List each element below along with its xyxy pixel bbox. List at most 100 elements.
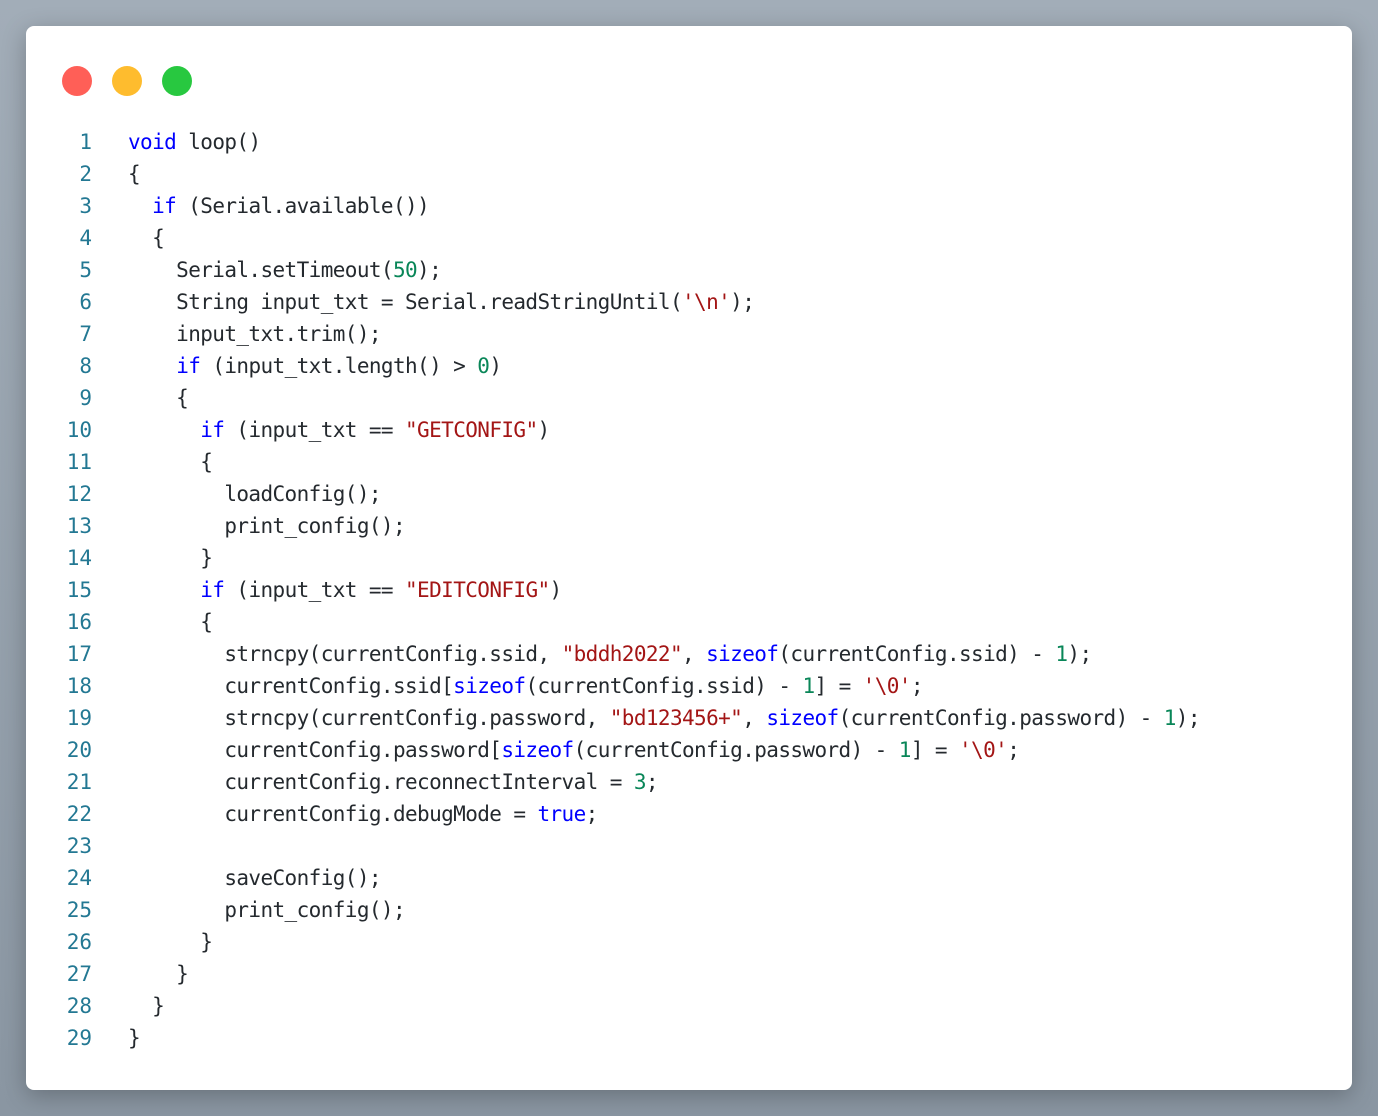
line-number: 2 (79, 162, 92, 186)
code-line: 4 { (26, 222, 1352, 254)
code-keyword: sizeof (501, 738, 574, 762)
line-number: 15 (66, 578, 92, 602)
line-number: 3 (79, 194, 92, 218)
code-line: 22 currentConfig.debugMode = true; (26, 798, 1352, 830)
code-text: Serial.setTimeout( (128, 258, 393, 282)
code-text-line: strncpy(currentConfig.password, "bd12345… (128, 702, 1200, 734)
code-text: ); (417, 258, 442, 282)
code-text: ; (585, 802, 599, 826)
code-text: ); (730, 290, 755, 314)
line-number: 14 (66, 546, 92, 570)
code-keyword: sizeof (766, 706, 839, 730)
code-text: } (128, 546, 213, 570)
code-text: { (128, 610, 213, 634)
code-text-line: { (128, 222, 165, 254)
code-text: currentConfig.reconnectInterval = (128, 770, 634, 794)
code-string: '\n' (681, 290, 731, 314)
line-number: 24 (66, 866, 92, 890)
code-text: { (128, 450, 213, 474)
code-string: "GETCONFIG" (405, 418, 538, 442)
code-line: 6 String input_txt = Serial.readStringUn… (26, 286, 1352, 318)
code-text-line: currentConfig.password[sizeof(currentCon… (128, 734, 1020, 766)
code-line: 9 { (26, 382, 1352, 414)
code-text: currentConfig.password[ (128, 738, 502, 762)
code-line: 1 void loop() (26, 126, 1352, 158)
code-text-line: input_txt.trim(); (128, 318, 381, 350)
code-line: 13 print_config(); (26, 510, 1352, 542)
code-text-line: } (128, 542, 213, 574)
code-text-line: currentConfig.ssid[sizeof(currentConfig.… (128, 670, 923, 702)
code-line: 27 } (26, 958, 1352, 990)
code-line: 14 } (26, 542, 1352, 574)
code-line: 19 strncpy(currentConfig.password, "bd12… (26, 702, 1352, 734)
code-line: 5 Serial.setTimeout(50); (26, 254, 1352, 286)
code-number: 0 (477, 354, 490, 378)
line-number: 1 (79, 130, 92, 154)
code-line: 16 { (26, 606, 1352, 638)
code-text: } (128, 994, 165, 1018)
line-number: 12 (66, 482, 92, 506)
code-keyword: void (128, 130, 177, 154)
code-text: (input_txt.length() > (200, 354, 478, 378)
close-icon[interactable] (62, 66, 92, 96)
line-number: 26 (66, 930, 92, 954)
code-line: 25 print_config(); (26, 894, 1352, 926)
code-line: 21 currentConfig.reconnectInterval = 3; (26, 766, 1352, 798)
code-text: print_config(); (128, 514, 405, 538)
maximize-icon[interactable] (162, 66, 192, 96)
code-text: strncpy(currentConfig.password, (128, 706, 610, 730)
line-number: 9 (79, 386, 92, 410)
code-number: 1 (898, 738, 912, 762)
code-text-line: loadConfig(); (128, 478, 381, 510)
line-number: 5 (79, 258, 92, 282)
minimize-icon[interactable] (112, 66, 142, 96)
code-text-line: Serial.setTimeout(50); (128, 254, 442, 286)
code-window: 1 void loop() 2{3 if (Serial.available()) 4… (26, 26, 1352, 1090)
line-number: 22 (66, 802, 92, 826)
code-text-line: if (Serial.available()) (128, 190, 430, 222)
code-string: "bddh2022" (561, 642, 683, 666)
code-block: 1 void loop() 2{3 if (Serial.available()) 4… (26, 126, 1352, 1054)
code-string: "bd123456+" (609, 706, 743, 730)
line-number: 19 (66, 706, 92, 730)
code-number: 1 (802, 674, 815, 698)
code-number: 1 (1163, 706, 1177, 730)
line-number: 7 (79, 322, 92, 346)
line-number: 18 (66, 674, 92, 698)
code-text: , (682, 642, 707, 666)
code-line: 11 { (26, 446, 1352, 478)
code-keyword: if (152, 194, 177, 218)
code-text-line: print_config(); (128, 510, 405, 542)
code-text: loadConfig(); (128, 482, 381, 506)
line-number: 6 (79, 290, 92, 314)
code-text-line: { (128, 158, 141, 190)
line-number: 25 (66, 898, 92, 922)
code-text: (currentConfig.password) - (838, 706, 1164, 730)
code-text: input_txt.trim(); (128, 322, 381, 346)
code-text-line: currentConfig.reconnectInterval = 3; (128, 766, 658, 798)
code-text-line: { (128, 382, 189, 414)
code-text-line: } (128, 926, 213, 958)
code-text: (input_txt == (224, 418, 406, 442)
line-number: 16 (66, 610, 92, 634)
code-line: 8 if (input_txt.length() > 0) (26, 350, 1352, 382)
code-text-line: { (128, 606, 213, 638)
code-text: ); (1175, 706, 1201, 730)
code-text: currentConfig.ssid[ (128, 674, 454, 698)
code-line: 23 (26, 830, 1352, 862)
code-line: 18 currentConfig.ssid[sizeof(currentConf… (26, 670, 1352, 702)
code-text-line: if (input_txt == "GETCONFIG") (128, 414, 550, 446)
code-text: (Serial.available()) (176, 194, 430, 218)
line-number: 13 (66, 514, 92, 538)
code-text: ) (489, 354, 502, 378)
code-text-line: if (input_txt.length() > 0) (128, 350, 502, 382)
code-number: 3 (633, 770, 647, 794)
code-text: strncpy(currentConfig.ssid, (128, 642, 562, 666)
line-number: 11 (66, 450, 92, 474)
code-line: 2{ (26, 158, 1352, 190)
code-line: 26 } (26, 926, 1352, 958)
code-string: "EDITCONFIG" (405, 578, 550, 602)
code-text: (currentConfig.ssid) - (525, 674, 803, 698)
code-text: (input_txt == (224, 578, 406, 602)
